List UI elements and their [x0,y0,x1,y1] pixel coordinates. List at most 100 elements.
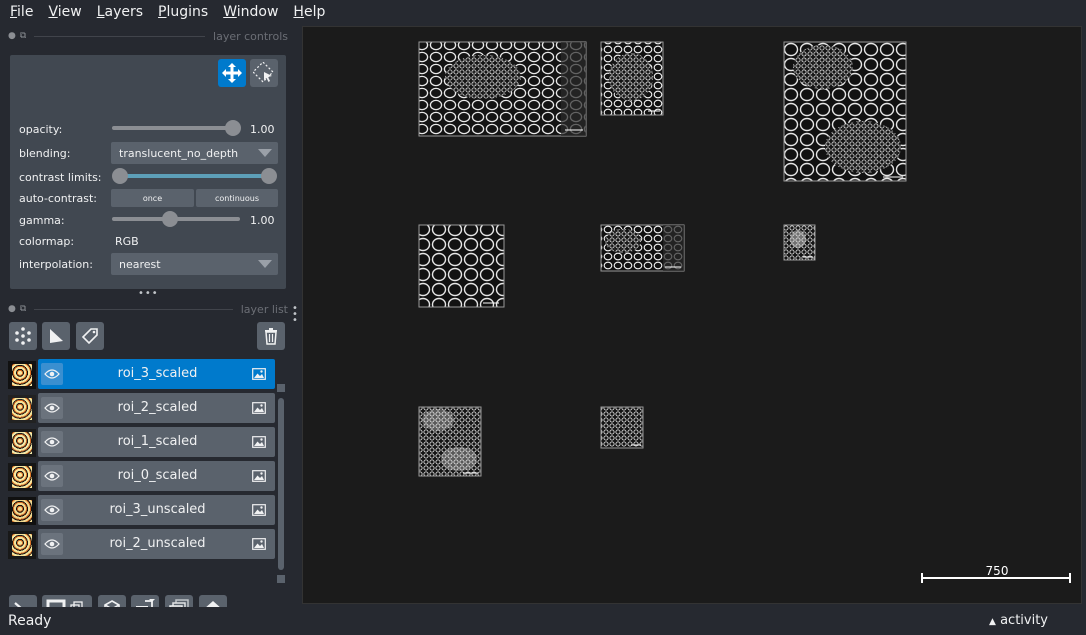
menu-window-mnemonic: W [223,4,237,20]
activity-button[interactable]: ▲ activity [989,613,1048,628]
dock-float-icon[interactable]: ⧉ [20,31,26,41]
delete-layer-button[interactable] [257,322,285,350]
opacity-slider-handle[interactable] [225,120,241,136]
dock-close-icon[interactable]: ● [8,304,16,314]
layer-thumbnail [8,497,36,525]
menu-layers-mnemonic: L [96,4,105,20]
menu-window[interactable]: Window [218,4,283,20]
menu-plugins[interactable]: Plugins [153,4,213,20]
layer-list-scrollbar[interactable] [277,384,285,585]
menu-layers[interactable]: Layers [92,4,148,20]
visibility-toggle[interactable] [41,533,63,555]
layer-row[interactable]: roi_0_scaled [8,461,276,491]
canvas-drawing: 750 [418,41,1071,583]
activity-label: activity [1000,613,1048,628]
scroll-down-arrow[interactable] [277,575,285,583]
menu-view[interactable]: View [43,4,86,20]
eye-icon [44,437,60,447]
blending-label: blending: [19,147,71,160]
image-layer-icon [252,538,266,550]
scale-bar: 750 [921,564,1071,583]
blending-select[interactable]: translucent_no_depth [111,142,278,164]
layer-name: roi_3_unscaled [109,502,206,517]
menu-layers-label: ayers [104,4,144,20]
layer-row[interactable]: roi_1_scaled [8,427,276,457]
trash-icon [265,328,277,345]
layer-name: roi_2_scaled [117,400,198,415]
chevron-down-icon [258,149,272,157]
title-divider [34,35,206,37]
layer-list: roi_3_scaled roi_2_scaled roi_1_scaled roi_… [8,359,276,585]
opacity-value: 1.00 [250,123,275,136]
splitter-handle[interactable]: ••• [138,288,159,299]
new-points-layer-button[interactable] [9,322,37,350]
roi-image-tile [600,41,664,116]
visibility-toggle[interactable] [41,431,63,453]
auto-contrast-label: auto-contrast: [19,192,98,205]
image-layer-icon [252,368,266,380]
menu-bar: File View Layers Plugins Window Help [0,0,1086,24]
auto-contrast-once-button[interactable]: once [111,189,194,207]
layer-row[interactable]: roi_2_scaled [8,393,276,423]
contrast-max-handle[interactable] [261,168,277,184]
chevron-down-icon [258,260,272,268]
menu-help[interactable]: Help [288,4,330,20]
layer-thumbnail [8,463,36,491]
new-shapes-layer-button[interactable] [42,322,70,350]
dock-float-icon[interactable]: ⧉ [20,304,26,314]
roi-image-tile [783,224,816,261]
caret-up-icon: ▲ [989,617,996,627]
dock-close-icon[interactable]: ● [8,31,16,41]
status-text: Ready [8,613,52,629]
layer-row[interactable]: roi_3_unscaled [8,495,276,525]
new-labels-layer-button[interactable] [76,322,104,350]
roi-image-tile [418,406,482,477]
eye-icon [44,539,60,549]
contrast-min-handle[interactable] [112,168,128,184]
layer-item[interactable]: roi_3_unscaled [38,495,275,525]
blending-value: translucent_no_depth [119,146,239,160]
layer-row[interactable]: roi_3_scaled [8,359,276,389]
contrast-range-track[interactable] [120,174,268,178]
layer-row[interactable]: roi_2_unscaled [8,529,276,559]
layer-item[interactable]: roi_3_scaled [38,359,275,389]
interpolation-value: nearest [119,257,161,271]
visibility-toggle[interactable] [41,465,63,487]
gamma-slider-handle[interactable] [162,211,178,227]
menu-file[interactable]: File [5,4,38,20]
image-layer-icon [252,436,266,448]
layer-item[interactable]: roi_2_unscaled [38,529,275,559]
pan-zoom-button[interactable] [218,59,246,87]
layer-item[interactable]: roi_2_scaled [38,393,275,423]
auto-contrast-continuous-button[interactable]: continuous [196,189,278,207]
layer-list-title: layer list [240,302,288,316]
viewer-canvas[interactable]: 750 [302,26,1082,604]
layer-controls-title: layer controls [213,29,288,43]
title-divider [34,308,233,310]
image-layer-icon [252,470,266,482]
layer-item[interactable]: roi_0_scaled [38,461,275,491]
interpolation-select[interactable]: nearest [111,253,278,275]
visibility-toggle[interactable] [41,363,63,385]
shapes-icon [50,329,63,343]
vertical-splitter-handle[interactable]: • • • [292,304,298,326]
visibility-toggle[interactable] [41,397,63,419]
roi-image-tile [418,224,505,308]
transform-icon [253,62,274,83]
left-dock-panel: ● ⧉ layer controls opacity: 1.00 blendin… [0,24,300,623]
transform-button[interactable] [250,59,278,87]
eye-icon [44,471,60,481]
tag-icon [81,328,98,345]
visibility-toggle[interactable] [41,499,63,521]
scroll-up-arrow[interactable] [277,384,285,392]
colormap-value: RGB [115,235,139,248]
scroll-thumb[interactable] [278,398,284,570]
roi-image-tile [600,406,644,449]
opacity-slider-track[interactable] [112,126,240,130]
roi-image-tile [418,41,587,137]
colormap-label: colormap: [19,235,75,248]
layer-name: roi_1_scaled [117,434,198,449]
layer-item[interactable]: roi_1_scaled [38,427,275,457]
gamma-label: gamma: [19,214,65,227]
eye-icon [44,403,60,413]
